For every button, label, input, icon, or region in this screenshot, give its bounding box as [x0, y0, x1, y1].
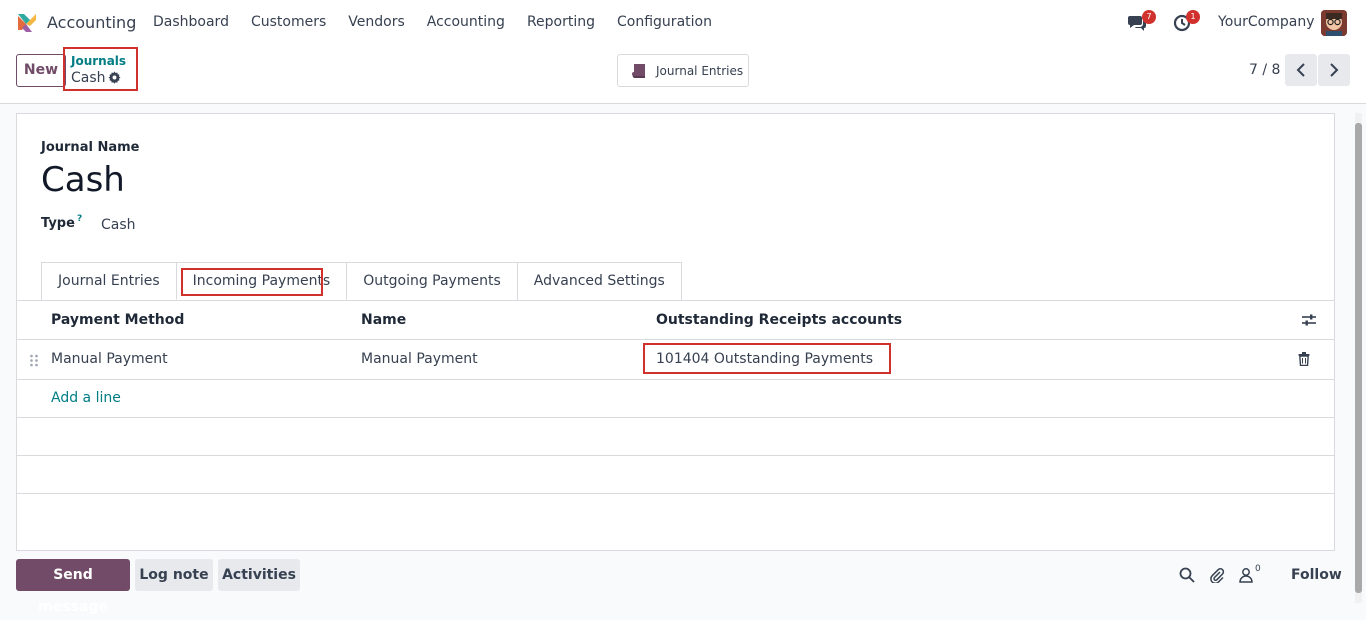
activities-badge: 1: [1186, 10, 1200, 24]
pager-previous-button[interactable]: [1285, 54, 1317, 86]
form-sheet: Journal Name Cash Type ? Cash Journal En…: [16, 113, 1335, 551]
pager-next-button[interactable]: [1318, 54, 1350, 86]
menu-vendors[interactable]: Vendors: [348, 14, 404, 30]
menu-dashboard[interactable]: Dashboard: [153, 14, 229, 30]
row-divider: [17, 417, 1334, 418]
breadcrumb-current: Cash: [71, 70, 106, 86]
drag-handle-icon[interactable]: [29, 354, 39, 367]
menu-accounting[interactable]: Accounting: [427, 14, 505, 30]
paperclip-icon[interactable]: [1209, 567, 1225, 583]
trash-icon[interactable]: [1298, 352, 1310, 366]
journal-name-label: Journal Name: [41, 140, 140, 155]
menu-configuration[interactable]: Configuration: [617, 14, 712, 30]
followers-icon[interactable]: [1238, 567, 1254, 583]
pager-value[interactable]: 7 / 8: [1249, 62, 1280, 78]
optional-columns-icon[interactable]: [1301, 313, 1317, 327]
scrollbar[interactable]: [1355, 113, 1362, 603]
tab-highlight: [181, 268, 323, 296]
send-message-button[interactable]: Send message: [16, 559, 130, 615]
add-line-link[interactable]: Add a line: [51, 390, 121, 406]
row-divider: [17, 455, 1334, 456]
type-label: Type: [41, 216, 75, 231]
search-icon[interactable]: [1179, 567, 1195, 583]
tab-advanced-settings[interactable]: Advanced Settings: [516, 262, 682, 300]
follow-button[interactable]: Follow: [1291, 567, 1342, 583]
table-header: Payment Method Name Outstanding Receipts…: [17, 301, 1334, 340]
chevron-right-icon: [1330, 63, 1339, 77]
notebook-tabs: Journal Entries Incoming Payments Outgoi…: [41, 262, 682, 300]
column-payment-method[interactable]: Payment Method: [51, 312, 184, 328]
journal-name-field[interactable]: Cash: [41, 160, 125, 200]
type-field[interactable]: Cash: [101, 217, 136, 233]
main-menu: Dashboard Customers Vendors Accounting R…: [153, 14, 734, 30]
row-divider: [17, 493, 1334, 494]
user-avatar[interactable]: [1321, 10, 1347, 36]
accounting-app-icon[interactable]: [16, 12, 38, 34]
column-outstanding-receipts-accounts[interactable]: Outstanding Receipts accounts: [656, 312, 902, 328]
messages-badge: 7: [1142, 10, 1156, 24]
journal-entries-button[interactable]: Journal Entries: [617, 54, 749, 87]
cell-outstanding-account[interactable]: 101404 Outstanding Payments: [656, 351, 873, 367]
new-button[interactable]: New: [16, 54, 66, 87]
gear-icon[interactable]: [108, 71, 121, 84]
table-row[interactable]: Manual Payment Manual Payment 101404 Out…: [17, 340, 1334, 380]
column-name[interactable]: Name: [361, 312, 406, 328]
breadcrumb-journals[interactable]: Journals: [71, 54, 126, 68]
chatter-bar: Send message Log note Activities 0 Follo…: [0, 555, 1366, 615]
tab-outgoing-payments[interactable]: Outgoing Payments: [346, 262, 518, 300]
menu-reporting[interactable]: Reporting: [527, 14, 595, 30]
activities-button[interactable]: Activities: [218, 559, 300, 591]
tab-journal-entries[interactable]: Journal Entries: [41, 262, 177, 300]
type-help-tooltip[interactable]: ?: [77, 214, 82, 224]
book-icon: [632, 64, 645, 79]
log-note-button[interactable]: Log note: [135, 559, 213, 591]
company-switcher[interactable]: YourCompany: [1218, 14, 1315, 30]
menu-customers[interactable]: Customers: [251, 14, 326, 30]
scrollbar-thumb[interactable]: [1355, 123, 1362, 593]
chevron-left-icon: [1296, 63, 1305, 77]
control-panel: New Journals Cash Journal Entries 7 / 8: [0, 46, 1366, 104]
cell-payment-method[interactable]: Manual Payment: [51, 351, 168, 367]
app-name[interactable]: Accounting: [47, 13, 136, 32]
followers-count: 0: [1255, 564, 1261, 574]
top-navbar: Accounting Dashboard Customers Vendors A…: [0, 0, 1366, 46]
journal-entries-label: Journal Entries: [656, 64, 744, 78]
cell-name[interactable]: Manual Payment: [361, 351, 478, 367]
